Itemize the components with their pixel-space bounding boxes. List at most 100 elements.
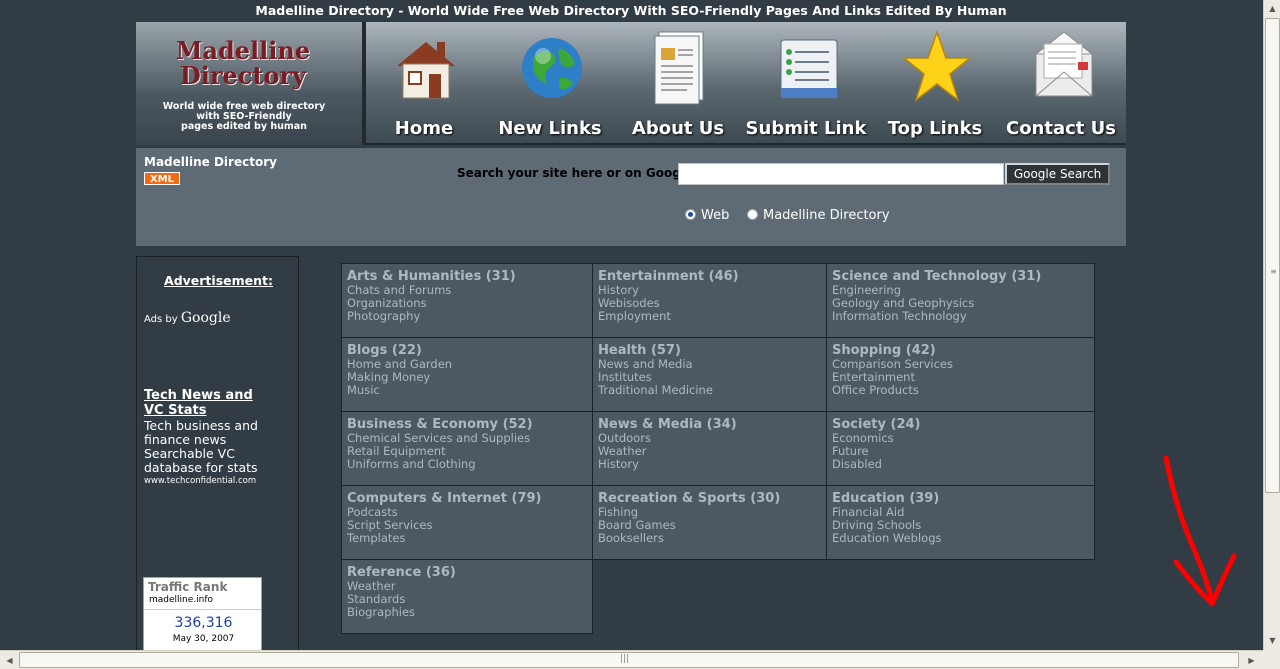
- house-icon: [397, 42, 455, 99]
- category-heading-link[interactable]: Shopping (42): [832, 343, 1089, 358]
- category-count: (79): [511, 491, 542, 506]
- search-input[interactable]: [678, 163, 1004, 185]
- subcategory-link[interactable]: Information Technology: [832, 310, 1089, 323]
- nav-label: Top Links: [887, 118, 983, 139]
- star-icon: [904, 29, 970, 103]
- subcategory-link[interactable]: Biographies: [347, 606, 587, 619]
- nav-label: Submit Link: [745, 118, 867, 139]
- subcategory-link[interactable]: Booksellers: [598, 532, 821, 545]
- category-cell: Blogs (22) Home and Garden Making Money Mus…: [341, 337, 593, 412]
- nav-about-us[interactable]: About Us: [619, 28, 737, 140]
- advertisement-title: Advertisement:: [164, 273, 273, 288]
- page-title: Madelline Directory - World Wide Free We…: [255, 3, 1007, 18]
- xml-feed-badge[interactable]: XML: [144, 172, 180, 185]
- scroll-up-arrow-icon[interactable]: ▲: [1265, 1, 1280, 16]
- category-count: (57): [650, 343, 681, 358]
- logo-title-line1: Madelline: [175, 36, 311, 65]
- scroll-down-arrow-icon[interactable]: ▼: [1265, 633, 1280, 648]
- site-name: Madelline Directory: [144, 155, 277, 169]
- subcategory-link[interactable]: Uniforms and Clothing: [347, 458, 587, 471]
- subcategory-link[interactable]: Employment: [598, 310, 821, 323]
- subcategory-link[interactable]: Office Products: [832, 384, 1089, 397]
- ads-by-prefix: Ads by: [144, 314, 178, 325]
- radio-web-label: Web: [701, 208, 730, 223]
- category-heading-link[interactable]: Science and Technology (31): [832, 269, 1089, 284]
- header-banner: Madelline Directory World wide free web …: [136, 22, 1126, 145]
- nav-top-links[interactable]: Top Links: [876, 28, 994, 140]
- category-name: Science and Technology: [832, 269, 1007, 284]
- category-count: (22): [391, 343, 422, 358]
- google-search-button[interactable]: Google Search: [1005, 163, 1110, 185]
- subcategory-link[interactable]: Photography: [347, 310, 587, 323]
- ad-url[interactable]: www.techconfidential.com: [144, 476, 262, 486]
- category-heading-link[interactable]: Recreation & Sports (30): [598, 491, 821, 506]
- category-cell: News & Media (34) Outdoors Weather History: [592, 411, 827, 486]
- category-cell: Science and Technology (31) Engineering Ge…: [826, 263, 1095, 338]
- category-heading-link[interactable]: Reference (36): [347, 565, 587, 580]
- logo-title: Madelline Directory: [136, 38, 350, 88]
- subcategory-link[interactable]: Education Weblogs: [832, 532, 1089, 545]
- traffic-rank-widget[interactable]: Traffic Rank madelline.info 336,316 May …: [143, 577, 262, 657]
- nav-contact-us[interactable]: Contact Us: [1002, 28, 1120, 140]
- category-name: Computers & Internet: [347, 491, 507, 506]
- logo-subtitle-line3: pages edited by human: [181, 121, 307, 132]
- nav-submit-link[interactable]: Submit Link: [746, 28, 866, 140]
- category-heading-link[interactable]: Entertainment (46): [598, 269, 821, 284]
- category-heading-link[interactable]: Education (39): [832, 491, 1089, 506]
- horizontal-scroll-thumb[interactable]: |||: [19, 652, 1239, 668]
- category-count: (24): [890, 417, 921, 432]
- category-heading-link[interactable]: Business & Economy (52): [347, 417, 587, 432]
- category-name: Health: [598, 343, 647, 358]
- ads-by-google[interactable]: Ads by Google: [144, 310, 231, 326]
- logo[interactable]: Madelline Directory World wide free web …: [136, 22, 366, 145]
- category-heading-link[interactable]: Computers & Internet (79): [347, 491, 587, 506]
- category-cell: Education (39) Financial Aid Driving Schoo…: [826, 485, 1095, 560]
- nav-new-links[interactable]: New Links: [491, 28, 609, 140]
- radio-web[interactable]: [685, 209, 696, 220]
- horizontal-scrollbar[interactable]: ◀ ||| ▶: [0, 650, 1263, 669]
- grip-icon: |||: [620, 654, 630, 664]
- category-cell: Health (57) News and Media Institutes Tradi…: [592, 337, 827, 412]
- category-name: News & Media: [598, 417, 703, 432]
- subcategory-link[interactable]: Templates: [347, 532, 587, 545]
- subcategory-link[interactable]: Disabled: [832, 458, 1089, 471]
- category-heading-link[interactable]: Health (57): [598, 343, 821, 358]
- subcategory-link[interactable]: Music: [347, 384, 587, 397]
- category-name: Entertainment: [598, 269, 705, 284]
- vertical-scrollbar[interactable]: ▲ ≡ ▼: [1263, 0, 1280, 650]
- nav-label: Contact Us: [1005, 118, 1116, 139]
- category-heading-link[interactable]: Blogs (22): [347, 343, 587, 358]
- category-name: Recreation & Sports: [598, 491, 746, 506]
- subcategory-link[interactable]: History: [598, 458, 821, 471]
- nav-label: New Links: [498, 118, 602, 139]
- subcategory-link[interactable]: Traditional Medicine: [598, 384, 821, 397]
- logo-title-line2: Directory: [179, 61, 307, 90]
- traffic-rank-date: May 30, 2007: [172, 634, 235, 644]
- scroll-left-arrow-icon[interactable]: ◀: [2, 653, 17, 668]
- category-count: (42): [905, 343, 936, 358]
- category-count: (36): [425, 565, 456, 580]
- category-count: (46): [708, 269, 739, 284]
- subcategory-link[interactable]: Economics: [832, 432, 1089, 445]
- category-count: (34): [706, 417, 737, 432]
- checklist-icon: [780, 39, 838, 99]
- nav-home[interactable]: Home: [365, 28, 483, 140]
- ad-text: Tech business and finance news Searchabl…: [144, 418, 258, 475]
- category-name: Blogs: [347, 343, 388, 358]
- scroll-right-arrow-icon[interactable]: ▶: [1244, 653, 1259, 668]
- category-heading-link[interactable]: News & Media (34): [598, 417, 821, 432]
- category-cell: Recreation & Sports (30) Fishing Board Gam…: [592, 485, 827, 560]
- category-heading-link[interactable]: Arts & Humanities (31): [347, 269, 587, 284]
- category-cell: Arts & Humanities (31) Chats and Forums Or…: [341, 263, 593, 338]
- subcategory-link[interactable]: Making Money: [347, 371, 587, 384]
- vertical-scroll-thumb[interactable]: ≡: [1265, 18, 1280, 493]
- sidebar: Advertisement: Ads by Google Tech News a…: [136, 256, 299, 657]
- category-cell: Business & Economy (52) Chemical Services…: [341, 411, 593, 486]
- ad-link[interactable]: Tech News and VC Stats: [144, 388, 254, 418]
- category-heading-link[interactable]: Society (24): [832, 417, 1089, 432]
- radio-madelline-directory[interactable]: [747, 209, 758, 220]
- category-count: (39): [909, 491, 940, 506]
- category-cell: Reference (36) Weather Standards Biographie…: [341, 559, 593, 634]
- document-icon: [654, 31, 704, 105]
- category-cell: Entertainment (46) History Webisodes Employ…: [592, 263, 827, 338]
